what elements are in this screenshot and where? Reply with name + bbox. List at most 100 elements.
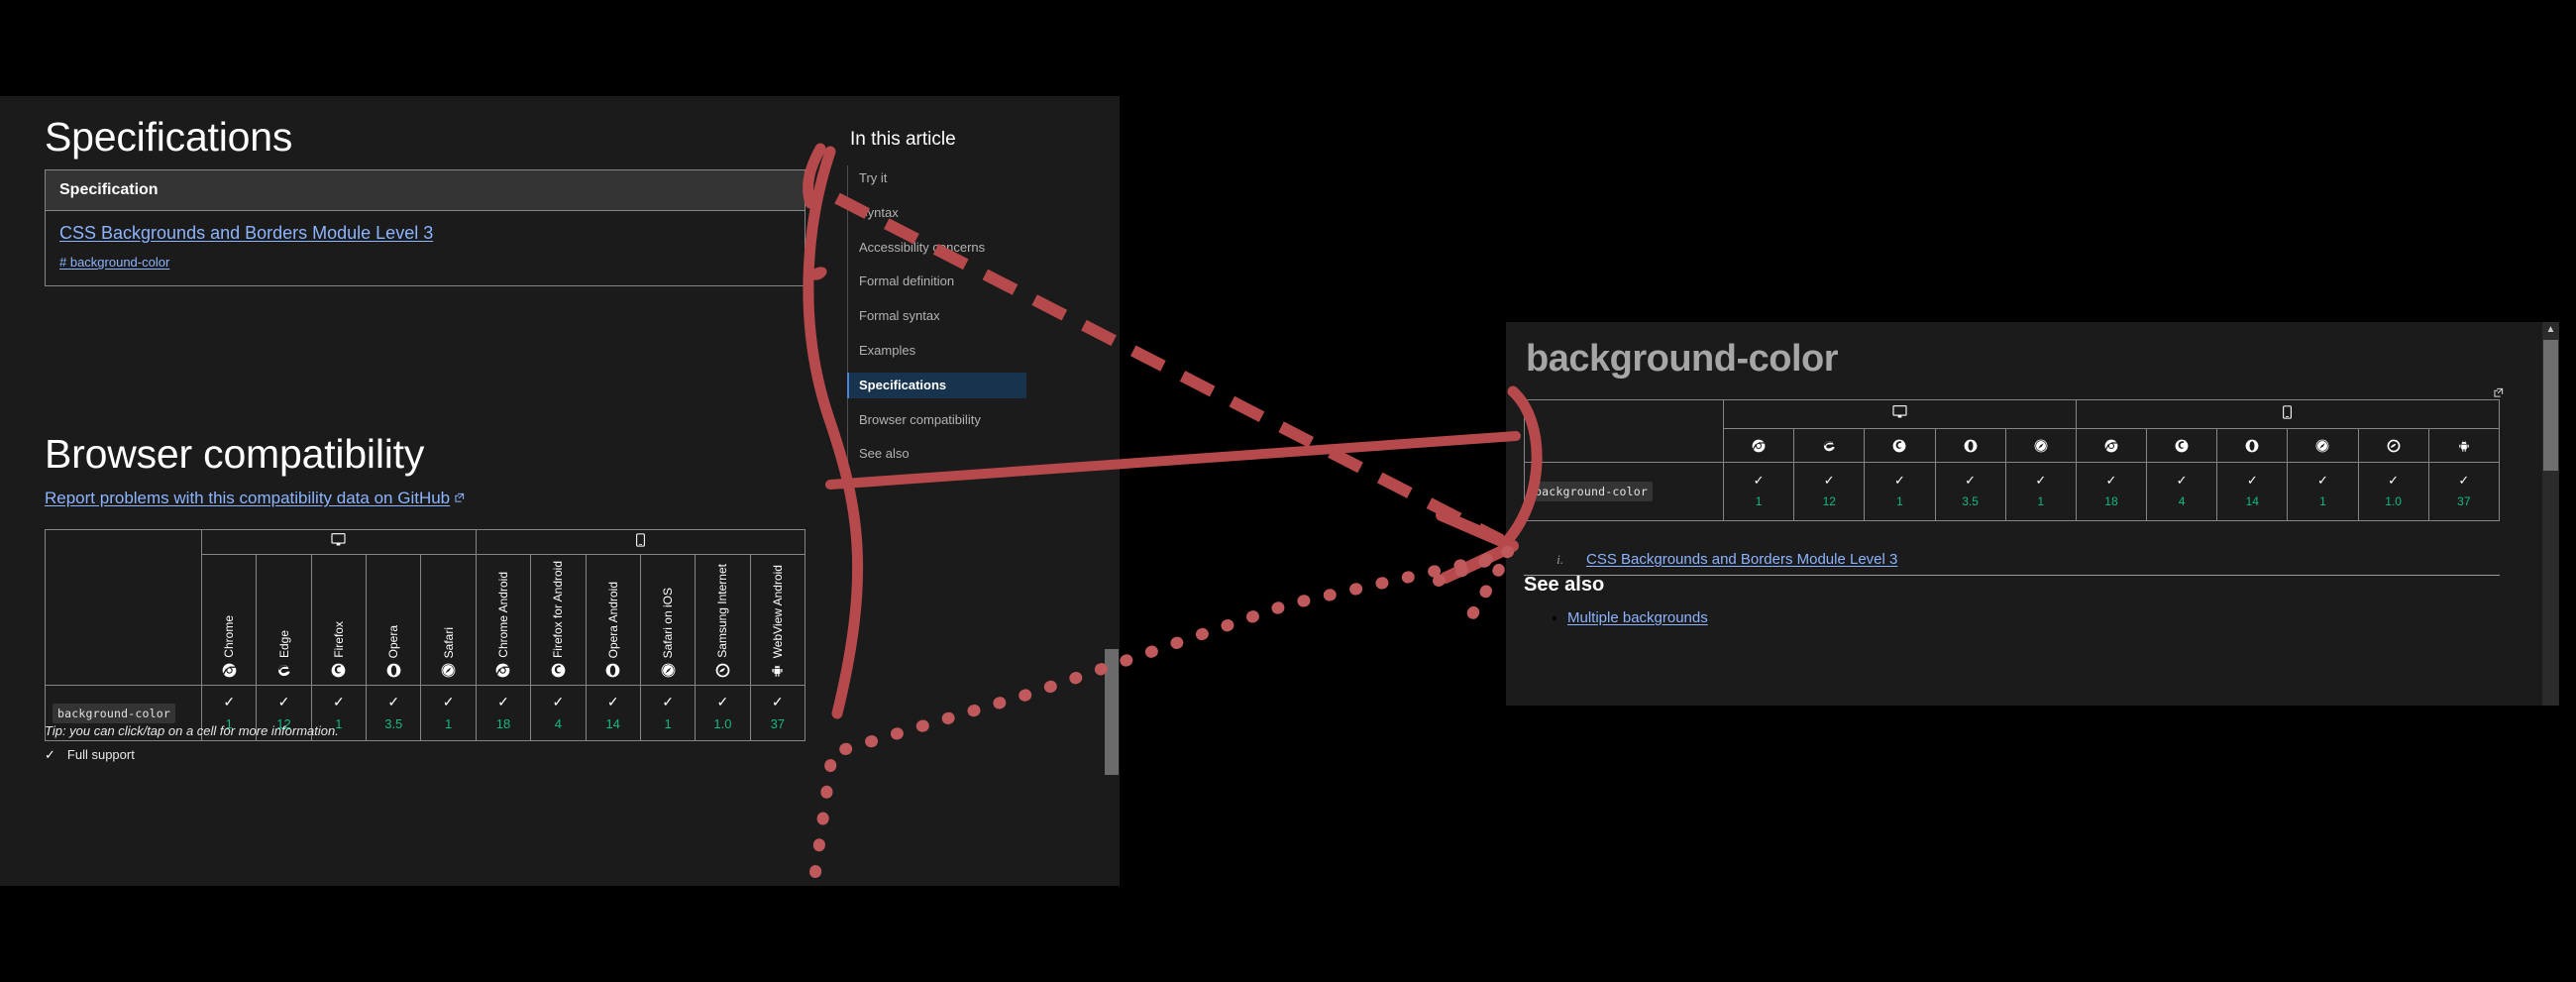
toc-title: In this article [850,129,956,150]
spec-module-link[interactable]: CSS Backgrounds and Borders Module Level… [59,223,433,244]
support-cell-safari-on-ios[interactable]: ✓ 1 [2287,462,2359,521]
firefox-logo [551,663,566,678]
mobile-icon [2283,404,2293,423]
support-version-label: 1 [664,715,672,731]
support-version-label: 4 [554,715,562,731]
check-icon: ✓ [387,693,400,709]
support-cell-firefox-for-android[interactable]: ✓ 4 [530,685,587,741]
edge-logo [278,665,290,677]
browser-column-header-firefox: Firefox [310,554,368,686]
browser-column-header-edge: Edge [256,554,312,686]
toc-item-formal-definition[interactable]: Formal definition [848,269,1026,294]
safari-logo [642,663,694,678]
table-row: Specification [45,169,805,211]
external-link-icon[interactable] [2493,385,2504,397]
support-cell-chrome[interactable]: ✓ 1 [1722,462,1795,521]
browser-compatibility-table[interactable]: Chrome Edge Firefox Opera Safari Chrome Andro… [45,529,806,741]
page-scrollbar-track[interactable] [1103,192,1120,886]
safari-logo [422,663,474,678]
support-cell-safari[interactable]: ✓ 1 [420,685,477,741]
browser-column-header-webview-android [2427,428,2501,463]
support-cell-firefox-for-android[interactable]: ✓ 4 [2146,462,2218,521]
platform-header-mobile [475,529,806,555]
check-icon: ✓ [1823,473,1835,488]
toc-item-examples[interactable]: Examples [848,338,1026,364]
page-scrollbar-thumb[interactable] [1105,649,1119,775]
spec-anchor-link[interactable]: # background-color [59,255,169,270]
support-cell-firefox[interactable]: ✓ 1 [1864,462,1936,521]
chrome-logo [1725,439,1792,453]
support-version-label: 4 [2178,494,2186,508]
support-version-label: 12 [1822,494,1836,508]
browser-column-header-safari: Safari [420,554,477,686]
toc-list[interactable]: Try it Syntax Accessibility concerns Formal… [847,165,1026,477]
browser-name-label: Chrome [222,615,237,658]
opera-logo [368,663,419,678]
safari-logo [2316,439,2329,452]
support-cell-safari-on-ios[interactable]: ✓ 1 [639,685,697,741]
support-cell-webview-android[interactable]: ✓ 37 [749,685,806,741]
toc-item-formal-syntax[interactable]: Formal syntax [848,303,1026,329]
support-version-label: 14 [605,715,620,731]
spec-list-number: i. [1556,552,1563,567]
support-cell-chrome-android[interactable]: ✓ 18 [2075,462,2148,521]
zoom-compat-table[interactable]: background-color ✓ 1 ✓ 12 ✓ 1 ✓ 3.5 ✓ 1 ✓ 18 ✓ 4 ✓ 14 ✓ 1… [1524,399,2501,521]
safari-logo [661,663,675,678]
browser-column-header-chrome: Chrome [200,554,258,686]
browser-name-label: Opera Android [605,581,620,658]
zoom-panel-title: background-color [1526,338,1839,380]
browser-column-header-webview-android: WebView Android [749,554,806,686]
legend-full-support-label: Full support [66,747,135,762]
support-cell-samsung-internet[interactable]: ✓ 1.0 [2357,462,2429,521]
browser-column-header-edge [1793,428,1866,463]
support-cell-opera[interactable]: ✓ 3.5 [1934,462,2006,521]
table-row-background-color[interactable]: background-color ✓ 1 ✓ 12 ✓ 1 ✓ 3.5 ✓ 1 ✓ 18 ✓ 4 ✓ 14 ✓ 1… [1524,462,2501,521]
toc-item-specifications[interactable]: Specifications [847,372,1026,399]
check-icon: ✓ [716,693,729,709]
support-cell-opera-android[interactable]: ✓ 14 [2216,462,2289,521]
check-icon: ✓ [2105,473,2117,488]
firefox-logo [2148,439,2215,453]
support-version-label: 1 [445,715,453,731]
support-version-label: 3.5 [384,715,403,731]
browser-name-label: Chrome Android [495,572,510,658]
samsung-internet-logo [715,663,730,678]
toc-item-browser-compatibility[interactable]: Browser compatibility [848,407,1026,433]
zoom-panel-scrollbar-thumb[interactable] [2543,340,2558,471]
toc-item-syntax[interactable]: Syntax [848,200,1026,226]
firefox-logo [332,663,346,678]
support-version-label: 1.0 [2385,494,2402,508]
samsung-internet-logo [2387,439,2401,452]
support-cell-webview-android[interactable]: ✓ 37 [2427,462,2501,521]
support-cell-opera[interactable]: ✓ 3.5 [366,685,422,741]
support-cell-edge[interactable]: ✓ 12 [1793,462,1866,521]
table-row-platforms [1524,399,2501,463]
bc-feature-label-cell[interactable]: background-color [1524,462,1724,521]
safari-logo [2034,439,2048,452]
support-cell-samsung-internet[interactable]: ✓ 1.0 [695,685,751,741]
see-also-link-multiple-backgrounds[interactable]: Multiple backgrounds [1567,609,1708,626]
toc-item-try-it[interactable]: Try it [848,165,1026,191]
check-icon: ✓ [2317,473,2328,488]
support-version-label: 1 [1755,494,1763,508]
browser-column-header-firefox [1864,428,1936,463]
zoom-see-also-list: Multiple backgrounds [1524,609,1708,626]
scroll-up-arrow-icon[interactable]: ▲ [2542,322,2559,337]
edge-logo [258,663,309,678]
support-cell-opera-android[interactable]: ✓ 14 [585,685,641,741]
browser-column-header-chrome-android [2075,428,2148,463]
zoom-panel-scrollbar-track[interactable]: ▲ [2542,322,2559,706]
browser-name-label: WebView Android [770,564,785,658]
check-icon: ✓ [2388,473,2400,488]
desktop-icon [1892,405,1907,422]
browser-column-header-samsung-internet: Samsung Internet [695,554,751,686]
toc-item-accessibility-concerns[interactable]: Accessibility concerns [848,235,1026,261]
support-cell-chrome-android[interactable]: ✓ 18 [475,685,532,741]
firefox-logo [2175,439,2189,452]
report-problems-link[interactable]: Report problems with this compatibility … [45,489,450,507]
toc-item-see-also[interactable]: See also [848,441,1026,467]
opera-logo [1964,439,1978,452]
android-logo [752,663,804,678]
support-cell-safari[interactable]: ✓ 1 [2004,462,2077,521]
spec-module-link[interactable]: CSS Backgrounds and Borders Module Level… [1586,551,1897,568]
